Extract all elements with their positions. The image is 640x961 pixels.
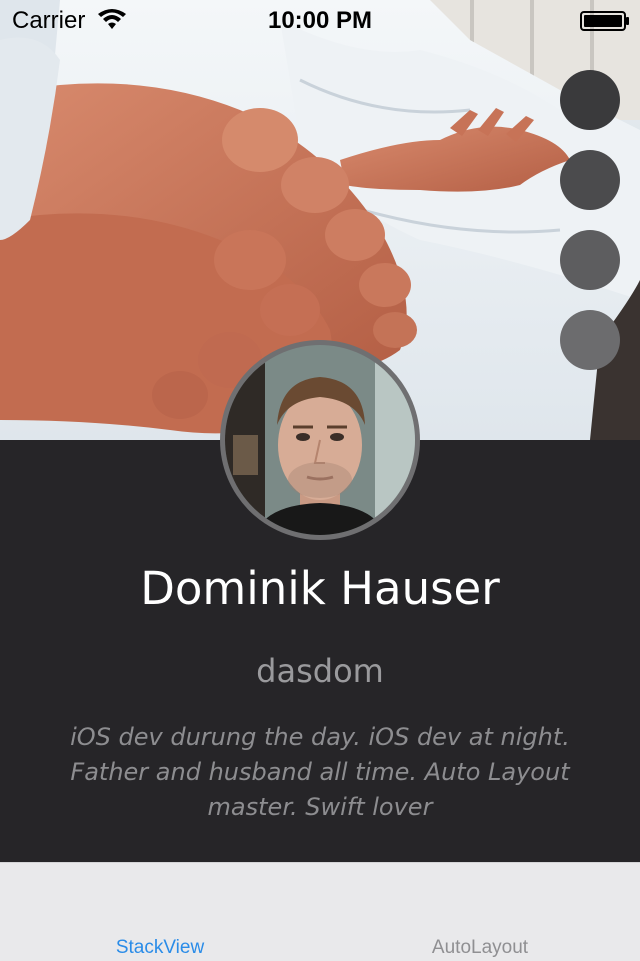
avatar-photo	[225, 345, 415, 535]
action-circle-4[interactable]	[560, 310, 620, 370]
action-circle-1[interactable]	[560, 70, 620, 130]
profile-username: dasdom	[256, 652, 384, 690]
status-time: 10:00 PM	[267, 7, 373, 34]
avatar[interactable]	[220, 340, 420, 540]
action-circle-2[interactable]	[560, 150, 620, 210]
profile-bio: iOS dev durung the day. iOS dev at night…	[70, 723, 570, 821]
status-bar: Carrier 10:00 PM	[0, 0, 640, 40]
tab-autolayout[interactable]: AutoLayout	[320, 937, 640, 959]
tab-stackview[interactable]: StackView	[0, 937, 320, 959]
battery-icon	[580, 11, 630, 36]
action-circle-3[interactable]	[560, 230, 620, 290]
profile-name: Dominik Hauser	[140, 562, 500, 615]
tab-bar: StackView AutoLayout	[0, 862, 640, 961]
